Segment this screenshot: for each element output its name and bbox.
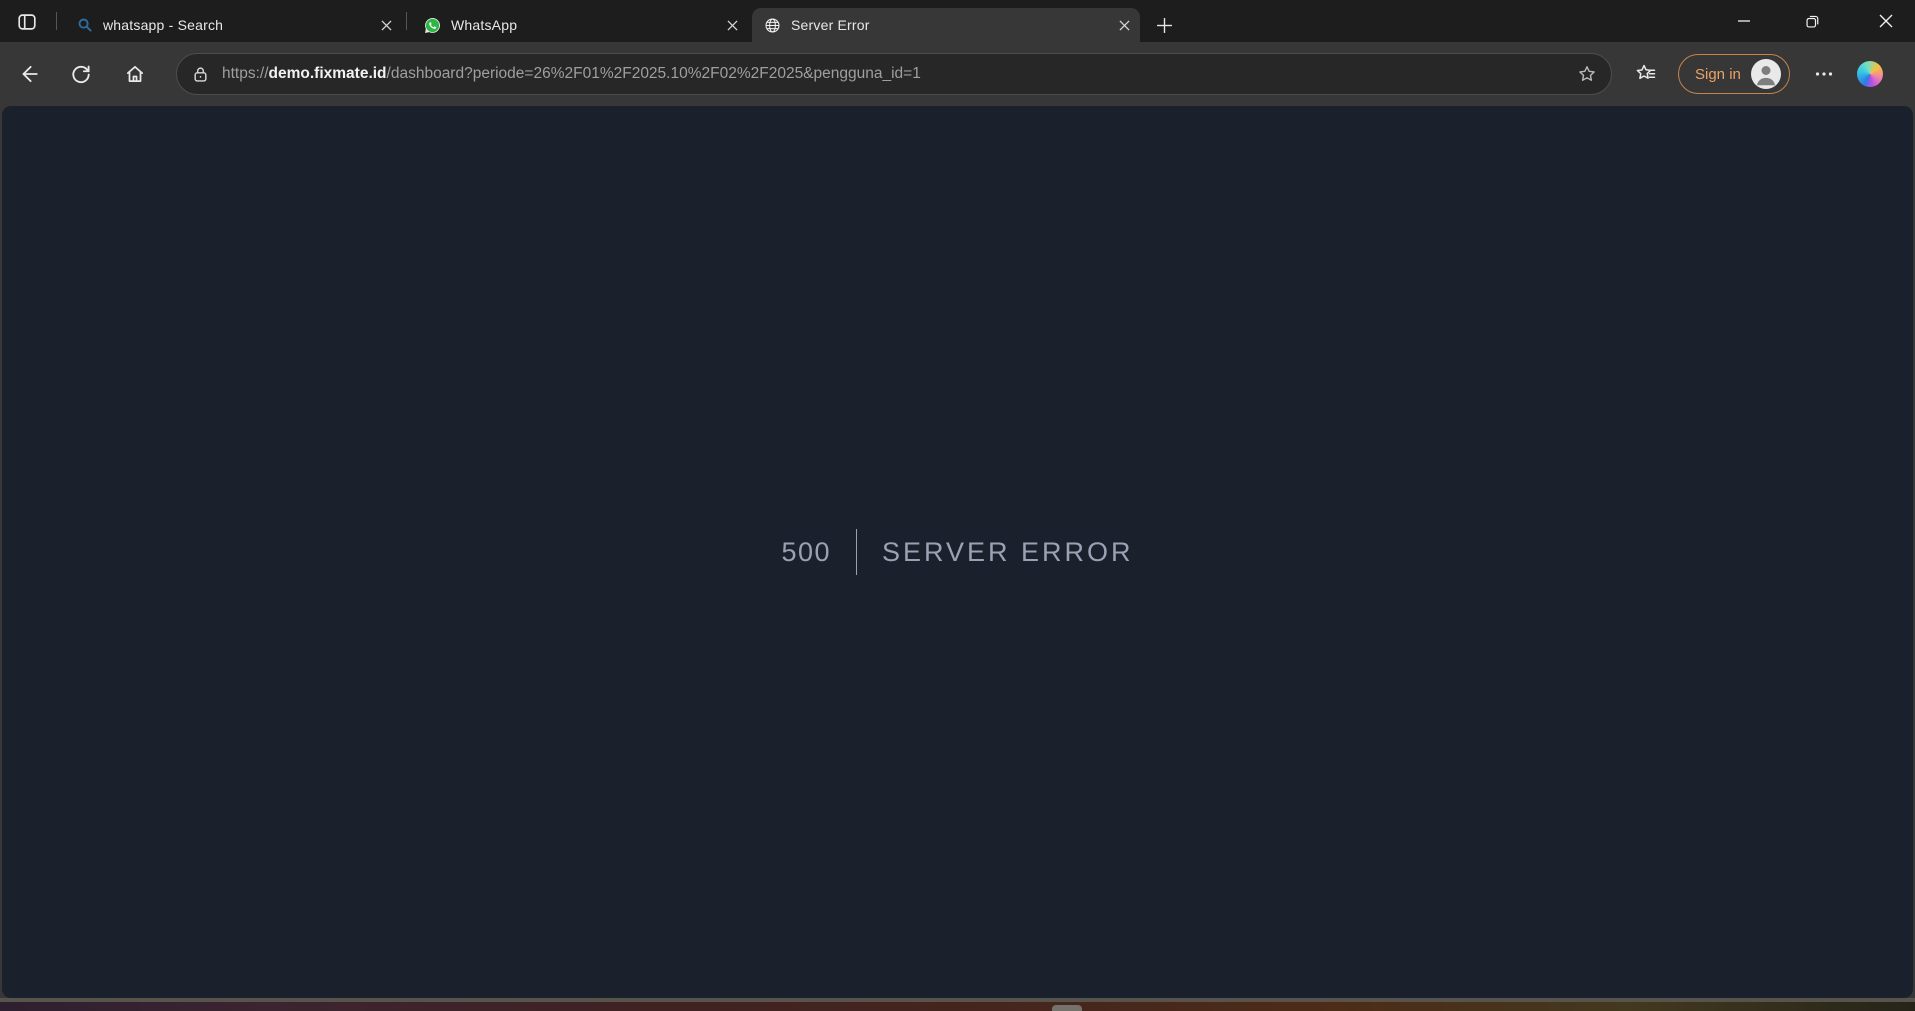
new-tab-button[interactable] xyxy=(1148,9,1180,41)
close-icon xyxy=(1879,14,1893,28)
reload-button[interactable] xyxy=(64,57,98,91)
copilot-button[interactable] xyxy=(1852,57,1888,91)
minimize-icon xyxy=(1737,14,1751,28)
tab-server-error[interactable]: Server Error xyxy=(752,8,1140,42)
arrow-left-icon xyxy=(18,63,40,85)
plus-icon xyxy=(1156,17,1173,34)
error-box: 500 SERVER ERROR xyxy=(781,529,1133,575)
bookmark-button[interactable] xyxy=(1577,64,1597,84)
url-scheme: https:// xyxy=(222,65,269,82)
tab-actions-button[interactable] xyxy=(12,7,42,37)
desktop-wallpaper-strip xyxy=(0,1002,1915,1011)
taskbar-peek xyxy=(1052,1005,1082,1011)
tab-close-button[interactable] xyxy=(1114,15,1134,35)
refresh-icon xyxy=(70,63,92,85)
error-page: 500 SERVER ERROR xyxy=(2,106,1913,998)
avatar xyxy=(1751,59,1781,89)
close-icon xyxy=(381,20,392,31)
tab-separator xyxy=(406,12,407,30)
address-bar[interactable]: https://demo.fixmate.id/dashboard?period… xyxy=(176,53,1612,95)
restore-button[interactable] xyxy=(1789,0,1835,42)
close-window-button[interactable] xyxy=(1857,0,1915,42)
tab-bar: whatsapp - Search WhatsApp xyxy=(0,0,1915,42)
sign-in-label: Sign in xyxy=(1695,66,1741,83)
restore-icon xyxy=(1805,14,1820,29)
star-icon xyxy=(1577,64,1597,84)
close-icon xyxy=(727,20,738,31)
tab-title: whatsapp - Search xyxy=(103,17,376,33)
tab-close-button[interactable] xyxy=(376,15,396,35)
minimize-button[interactable] xyxy=(1721,0,1767,42)
lock-icon xyxy=(191,65,210,84)
tab-separator xyxy=(56,12,57,30)
url-host: demo.fixmate.id xyxy=(269,65,387,82)
ellipsis-icon xyxy=(1813,63,1835,85)
search-icon xyxy=(76,17,93,34)
home-icon xyxy=(124,63,146,85)
url-path: /dashboard?periode=26%2F01%2F2025.10%2F0… xyxy=(387,65,921,82)
favorites-list-icon xyxy=(1634,62,1658,86)
globe-icon xyxy=(764,17,781,34)
copilot-icon xyxy=(1857,61,1883,87)
favorites-button[interactable] xyxy=(1628,57,1664,91)
back-button[interactable] xyxy=(12,57,46,91)
close-icon xyxy=(1119,20,1130,31)
tab-actions-icon xyxy=(16,11,38,33)
sign-in-button[interactable]: Sign in xyxy=(1678,54,1790,94)
tab-title: Server Error xyxy=(791,17,1114,33)
browser-viewport: 500 SERVER ERROR xyxy=(0,106,1915,998)
toolbar: https://demo.fixmate.id/dashboard?period… xyxy=(0,42,1915,106)
tab-close-button[interactable] xyxy=(722,15,742,35)
error-code: 500 xyxy=(781,537,856,568)
tab-whatsapp[interactable]: WhatsApp xyxy=(412,8,748,42)
url-text: https://demo.fixmate.id/dashboard?period… xyxy=(222,65,1567,83)
person-icon xyxy=(1751,59,1781,89)
whatsapp-icon xyxy=(424,17,441,34)
settings-and-more-button[interactable] xyxy=(1806,57,1842,91)
error-message: SERVER ERROR xyxy=(857,537,1134,568)
home-button[interactable] xyxy=(118,57,152,91)
tab-whatsapp-search[interactable]: whatsapp - Search xyxy=(64,8,402,42)
tab-title: WhatsApp xyxy=(451,17,722,33)
